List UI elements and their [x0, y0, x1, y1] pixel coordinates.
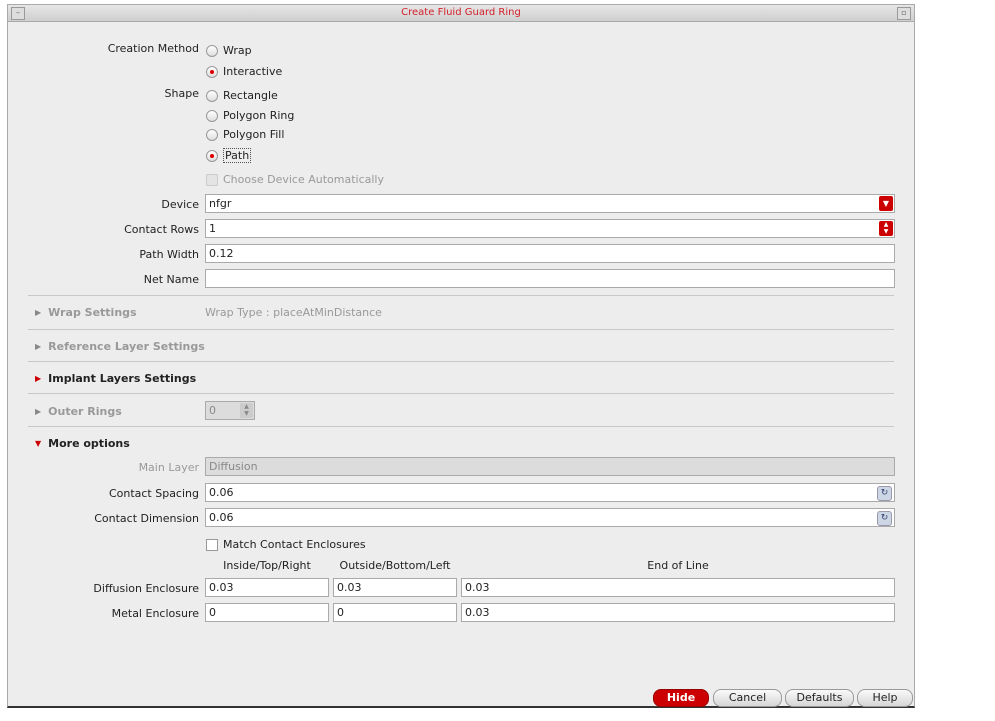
choose-device-checkbox[interactable]: Choose Device Automatically [206, 173, 384, 186]
device-select[interactable]: nfgr ▼ [205, 194, 895, 213]
chevron-down-icon[interactable]: ▼ [879, 196, 893, 211]
contact-dimension-input[interactable]: 0.06 ↻ [205, 508, 895, 527]
divider [28, 295, 894, 296]
spinner-icon[interactable]: ▲ ▼ [240, 403, 253, 418]
radio-polygon-ring[interactable]: Polygon Ring [206, 109, 294, 122]
path-width-label: Path Width [139, 248, 199, 261]
diffusion-outside-input[interactable]: 0.03 [333, 578, 457, 597]
divider [28, 329, 894, 330]
column-header: Inside/Top/Right [223, 559, 311, 572]
contact-rows-spinbox[interactable]: 1 ▲ ▼ [205, 219, 895, 238]
hide-button[interactable]: Hide [653, 689, 709, 707]
radio-rectangle[interactable]: Rectangle [206, 89, 278, 102]
wrap-settings-section[interactable]: ▶ Wrap Settings [35, 306, 137, 319]
cancel-button[interactable]: Cancel [713, 689, 782, 707]
window-title: Create Fluid Guard Ring [401, 7, 521, 18]
radio-wrap[interactable]: Wrap [206, 44, 252, 57]
match-contact-enclosures-checkbox[interactable]: Match Contact Enclosures [206, 538, 366, 551]
metal-end-of-line-input[interactable]: 0.03 [461, 603, 895, 622]
contact-spacing-label: Contact Spacing [108, 487, 199, 500]
create-fluid-guard-ring-dialog: Create Fluid Guard Ring – ▫ Creation Met… [7, 4, 915, 708]
reference-layer-settings-section[interactable]: ▶ Reference Layer Settings [35, 340, 205, 353]
implant-layers-settings-section[interactable]: ▶ Implant Layers Settings [35, 372, 196, 385]
contact-spacing-input[interactable]: 0.06 ↻ [205, 483, 895, 502]
metal-enclosure-label: Metal Enclosure [111, 607, 199, 620]
window-maximize-icon[interactable]: ▫ [897, 7, 911, 20]
diffusion-enclosure-label: Diffusion Enclosure [93, 582, 199, 595]
metal-outside-input[interactable]: 0 [333, 603, 457, 622]
column-header: Outside/Bottom/Left [339, 559, 451, 572]
refresh-icon[interactable]: ↻ [877, 486, 892, 501]
divider [28, 393, 894, 394]
device-label: Device [161, 198, 199, 211]
contact-rows-label: Contact Rows [124, 223, 199, 236]
title-bar: Create Fluid Guard Ring – ▫ [8, 5, 914, 22]
shape-label: Shape [164, 87, 199, 100]
metal-inside-input[interactable]: 0 [205, 603, 329, 622]
radio-path[interactable]: Path [206, 148, 252, 163]
main-layer-input: Diffusion [205, 457, 895, 476]
help-button[interactable]: Help [857, 689, 913, 707]
wrap-type-text: Wrap Type : placeAtMinDistance [205, 306, 382, 319]
divider [28, 426, 894, 427]
defaults-button[interactable]: Defaults [785, 689, 854, 707]
outer-rings-section[interactable]: ▶ Outer Rings [35, 405, 122, 418]
refresh-icon[interactable]: ↻ [877, 511, 892, 526]
window-menu-icon[interactable]: – [11, 7, 25, 20]
more-options-section[interactable]: ▼ More options [35, 437, 130, 450]
net-name-label: Net Name [143, 273, 199, 286]
radio-polygon-fill[interactable]: Polygon Fill [206, 128, 284, 141]
column-header: End of Line [647, 559, 709, 572]
spinner-icon[interactable]: ▲ ▼ [879, 221, 893, 236]
radio-interactive[interactable]: Interactive [206, 65, 282, 78]
path-width-input[interactable]: 0.12 [205, 244, 895, 263]
contact-dimension-label: Contact Dimension [94, 512, 199, 525]
divider [28, 361, 894, 362]
diffusion-end-of-line-input[interactable]: 0.03 [461, 578, 895, 597]
diffusion-inside-input[interactable]: 0.03 [205, 578, 329, 597]
outer-rings-spinbox[interactable]: 0 ▲ ▼ [205, 401, 255, 420]
creation-method-label: Creation Method [107, 42, 199, 55]
net-name-input[interactable] [205, 269, 895, 288]
main-layer-label: Main Layer [138, 461, 199, 474]
